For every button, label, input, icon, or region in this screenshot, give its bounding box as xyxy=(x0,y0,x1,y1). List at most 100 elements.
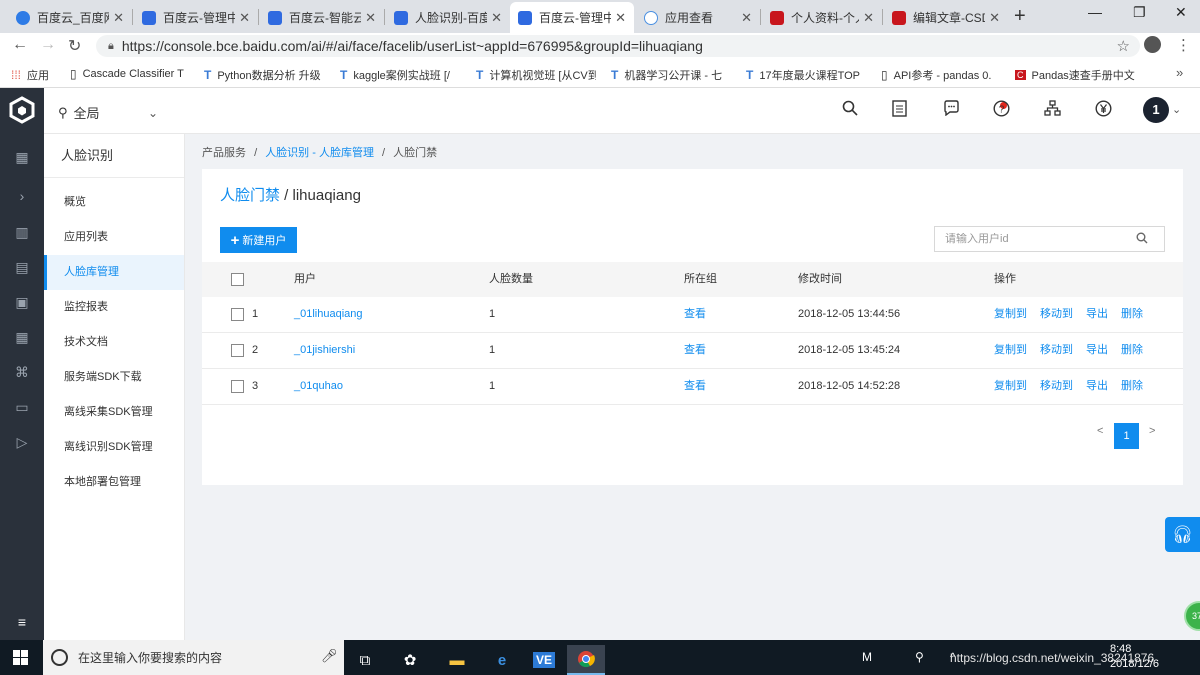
close-icon[interactable]: ✕ xyxy=(863,10,874,26)
back-arrow-icon[interactable]: ← xyxy=(12,36,28,54)
sidebar-item-server-sdk[interactable]: 服务端SDK下载 xyxy=(44,360,184,395)
building-icon[interactable]: ▥ xyxy=(14,224,30,240)
browser-tab[interactable]: 个人资料-个人 ✕ xyxy=(762,2,882,33)
search-icon[interactable] xyxy=(842,100,858,121)
copy-to-link[interactable]: 复制到 xyxy=(994,369,1027,404)
search-icon[interactable] xyxy=(1136,232,1148,247)
chrome-icon[interactable] xyxy=(567,645,605,675)
reload-icon[interactable]: ↻ xyxy=(68,36,81,56)
bookmark-item[interactable]: T Python数据分析 升级 xyxy=(204,67,324,83)
restore-icon[interactable]: ❐ xyxy=(1133,4,1146,21)
close-icon[interactable]: ✕ xyxy=(113,10,124,26)
menu-icon[interactable]: ≡ xyxy=(14,614,30,630)
close-icon[interactable]: ✕ xyxy=(615,10,626,26)
vs-code-icon[interactable]: VE xyxy=(525,645,563,675)
edge-browser-icon[interactable]: e xyxy=(483,645,521,675)
bookmark-star-icon[interactable]: ☆ xyxy=(1117,37,1130,55)
user-id-link[interactable]: _01lihuaqiang xyxy=(294,297,363,332)
close-icon[interactable]: ✕ xyxy=(365,10,376,26)
export-link[interactable]: 导出 xyxy=(1086,333,1108,368)
windows-start-icon[interactable] xyxy=(13,650,28,665)
sidebar-item-overview[interactable]: 概览 xyxy=(44,185,184,220)
bookmark-item[interactable]: T 机器学习公开课 - 七 xyxy=(611,67,731,83)
new-user-button[interactable]: + 新建用户 xyxy=(220,227,297,253)
chevron-down-icon[interactable]: ⌄ xyxy=(1172,103,1181,116)
chevron-right-icon[interactable]: › xyxy=(14,188,30,204)
network-icon[interactable]: ⌘ xyxy=(14,364,30,380)
user-search-input[interactable] xyxy=(945,233,1125,245)
bookmark-item[interactable]: ⁞⁞⁞ 应用 xyxy=(11,67,49,83)
copy-to-link[interactable]: 复制到 xyxy=(994,333,1027,368)
browser-tab[interactable]: 人脸识别-百度 ✕ xyxy=(386,2,510,33)
microphone-icon[interactable]: 🎤︎ xyxy=(321,648,338,664)
browser-tab[interactable]: 百度云-智能云 ✕ xyxy=(260,2,384,33)
delete-link[interactable]: 删除 xyxy=(1121,297,1143,332)
apps-icon[interactable]: ▦ xyxy=(14,329,30,345)
user-avatar[interactable]: 1 xyxy=(1143,97,1169,123)
select-all-checkbox[interactable] xyxy=(231,273,244,286)
sidebar-item-app-list[interactable]: 应用列表 xyxy=(44,220,184,255)
chip-icon[interactable]: ▣ xyxy=(14,294,30,310)
profile-avatar-icon[interactable] xyxy=(1144,36,1161,53)
browser-tab[interactable]: 编辑文章-CSD ✕ xyxy=(884,2,1008,33)
document-list-icon[interactable] xyxy=(892,100,907,122)
delete-link[interactable]: 删除 xyxy=(1121,333,1143,368)
group-link[interactable]: 人脸门禁 xyxy=(220,187,280,204)
close-icon[interactable]: ✕ xyxy=(741,10,752,26)
grid-icon[interactable]: ▦ xyxy=(14,149,30,165)
sidebar-item-tech-docs[interactable]: 技术文档 xyxy=(44,325,184,360)
delete-link[interactable]: 删除 xyxy=(1121,369,1143,404)
pinwheel-app-icon[interactable]: ✿ xyxy=(391,645,429,675)
task-view-icon[interactable]: ⧉ xyxy=(346,645,384,675)
bookmark-item[interactable]: ▯ API参考 - pandas 0. xyxy=(881,67,1001,83)
baidu-cloud-logo-icon[interactable] xyxy=(8,96,36,124)
move-to-link[interactable]: 移动到 xyxy=(1040,297,1073,332)
breadcrumb-link[interactable]: 人脸识别 - 人脸库管理 xyxy=(265,147,374,159)
forward-arrow-icon[interactable]: → xyxy=(40,36,56,54)
sidebar-item-monitor-report[interactable]: 监控报表 xyxy=(44,290,184,325)
export-link[interactable]: 导出 xyxy=(1086,297,1108,332)
row-checkbox[interactable] xyxy=(231,308,244,321)
browser-tab[interactable]: 应用查看 ✕ xyxy=(636,2,760,33)
row-checkbox[interactable] xyxy=(231,380,244,393)
sidebar-item-offline-capture-sdk[interactable]: 离线采集SDK管理 xyxy=(44,395,184,430)
document-list-icon[interactable]: ▤ xyxy=(14,259,30,275)
view-group-link[interactable]: 查看 xyxy=(684,369,706,404)
user-id-link[interactable]: _01jishiershi xyxy=(294,333,355,368)
export-link[interactable]: 导出 xyxy=(1086,369,1108,404)
sidebar-item-local-deploy[interactable]: 本地部署包管理 xyxy=(44,465,184,500)
sidebar-item-offline-recognition-sdk[interactable]: 离线识别SDK管理 xyxy=(44,430,184,465)
user-id-link[interactable]: _01quhao xyxy=(294,369,343,404)
bookmark-item[interactable]: T 计算机视觉班 [从CV到 xyxy=(476,67,596,83)
new-tab-plus-icon[interactable]: + xyxy=(1014,5,1026,28)
play-icon[interactable]: ▷ xyxy=(14,434,30,450)
people-icon[interactable]: ⚲ xyxy=(915,650,924,664)
bookmark-item[interactable]: T kaggle案例实战班 [/ xyxy=(340,67,460,83)
file-explorer-icon[interactable]: ▬ xyxy=(438,645,476,675)
bookmark-item[interactable]: T 17年度最火课程TOP xyxy=(746,67,866,83)
camera-icon[interactable]: ▭ xyxy=(14,399,30,415)
organization-icon[interactable] xyxy=(1044,100,1061,121)
browser-tab-active[interactable]: 百度云-管理中 ✕ xyxy=(510,2,634,33)
close-icon[interactable]: ✕ xyxy=(989,10,1000,26)
close-icon[interactable]: ✕ xyxy=(239,10,250,26)
row-checkbox[interactable] xyxy=(231,344,244,357)
currency-icon[interactable] xyxy=(1095,100,1112,122)
bookmark-item[interactable]: C Pandas速查手册中文 xyxy=(1015,67,1140,83)
sidebar-item-face-library[interactable]: 人脸库管理 xyxy=(44,255,184,290)
customer-service-headset-icon[interactable]: 🎧︎ xyxy=(1165,517,1200,552)
help-icon[interactable]: ? xyxy=(993,100,1010,122)
pager-prev-button[interactable]: < xyxy=(1097,425,1103,437)
chevron-right-icon[interactable]: » xyxy=(1176,65,1183,80)
view-group-link[interactable]: 查看 xyxy=(684,333,706,368)
message-icon[interactable] xyxy=(943,100,960,121)
browser-tab[interactable]: 百度云_百度网 ✕ xyxy=(8,2,132,33)
url-field[interactable]: 🔒︎ https://console.bce.baidu.com/ai/#/ai… xyxy=(96,35,1140,57)
minimize-icon[interactable]: — xyxy=(1088,4,1102,20)
region-selector[interactable]: ⚲ 全局 ⌄ xyxy=(58,103,158,122)
move-to-link[interactable]: 移动到 xyxy=(1040,369,1073,404)
pager-current-page[interactable]: 1 xyxy=(1114,423,1139,449)
bookmark-item[interactable]: ▯ Cascade Classifier T xyxy=(70,67,188,81)
move-to-link[interactable]: 移动到 xyxy=(1040,333,1073,368)
pager-next-button[interactable]: > xyxy=(1149,425,1155,437)
